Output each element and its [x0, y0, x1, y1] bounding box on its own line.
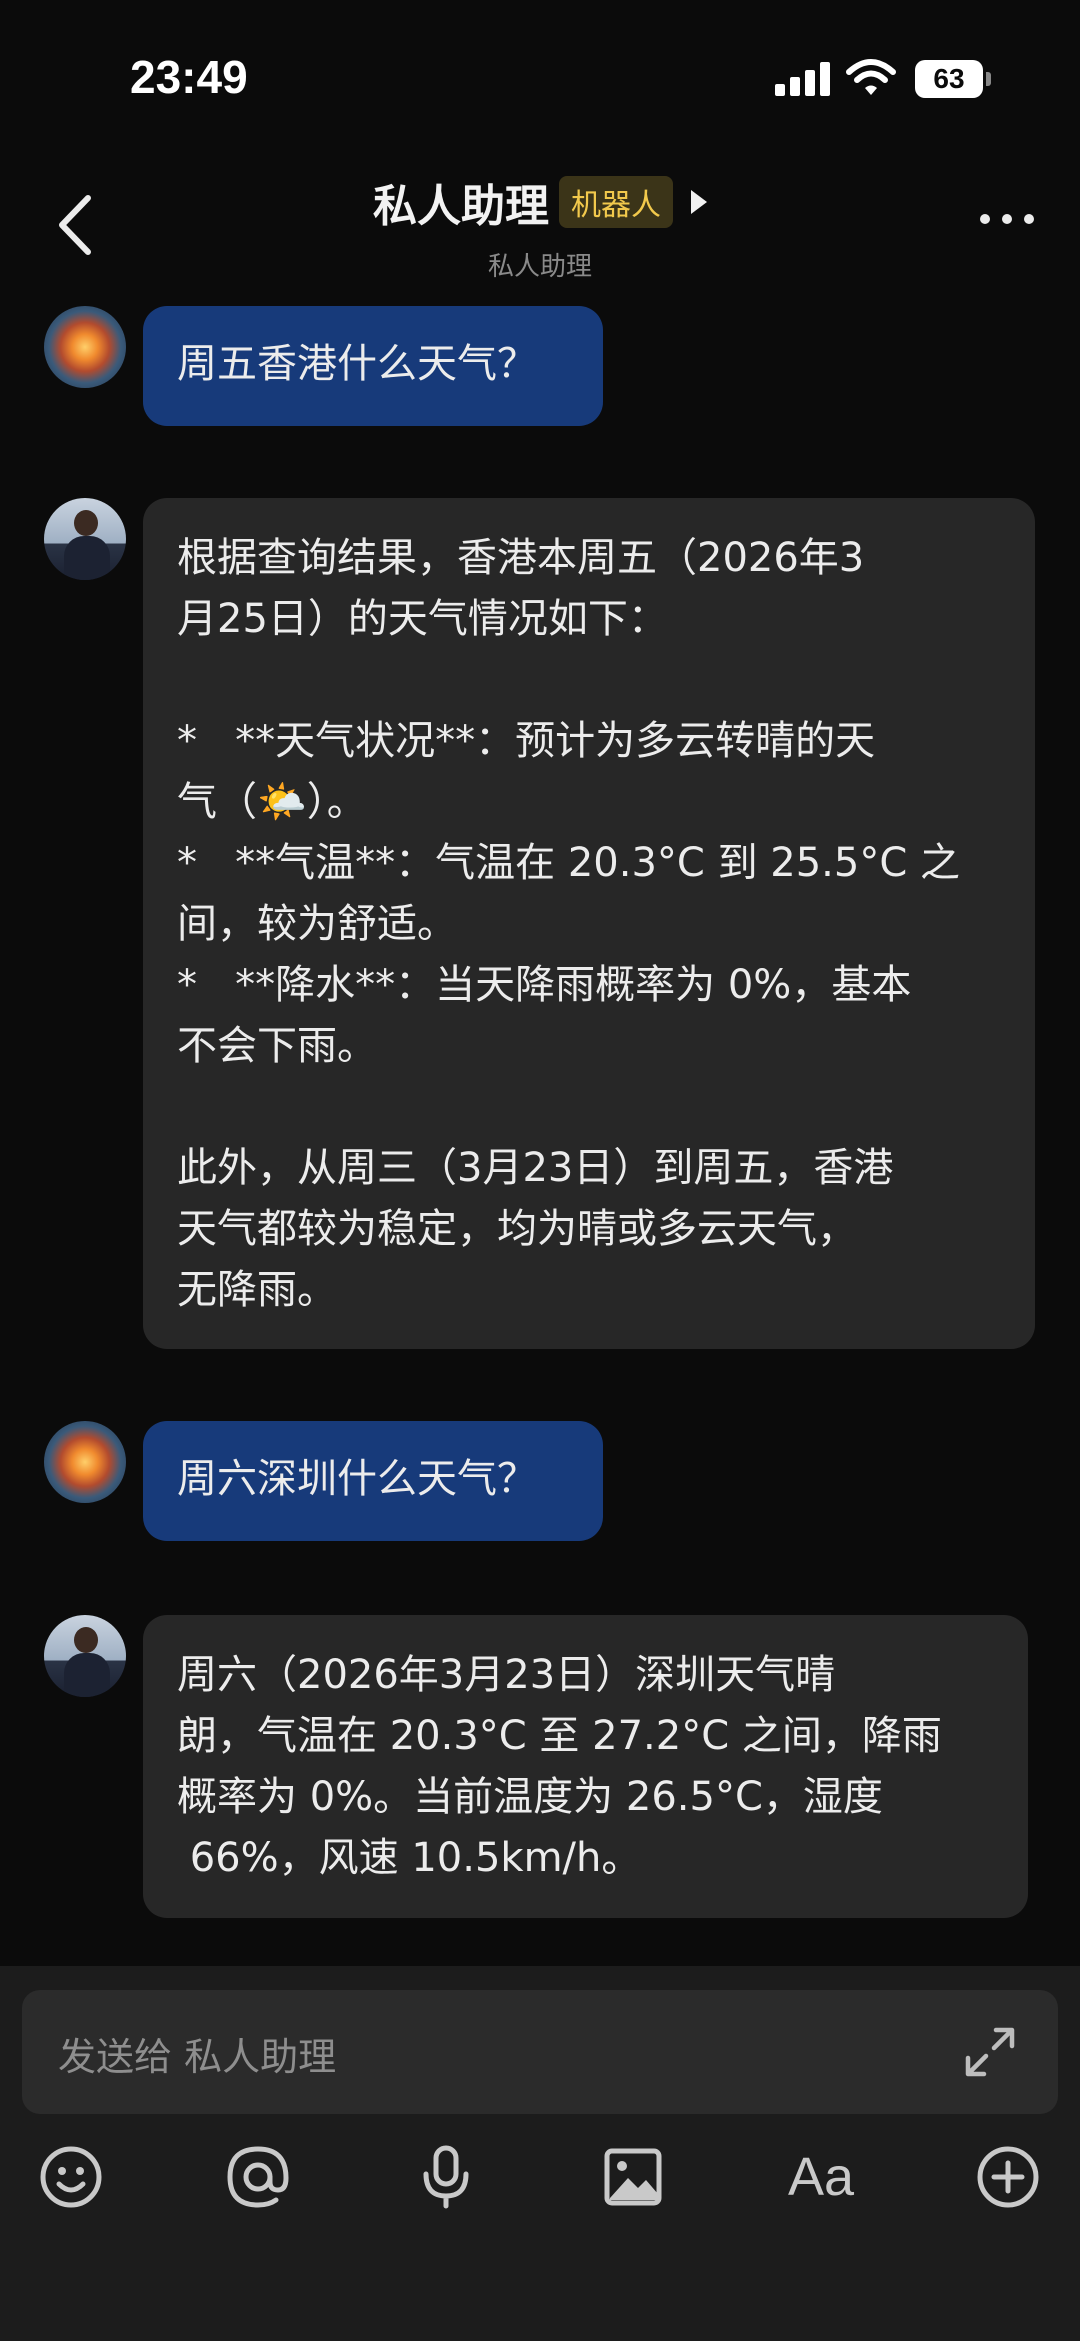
bot-badge: 机器人: [559, 176, 673, 228]
assistant-message-bubble[interactable]: 周六（2026年3月23日）深圳天气晴 朗，气温在 20.3°C 至 27.2°…: [143, 1615, 1028, 1918]
assistant-avatar[interactable]: [44, 1615, 126, 1697]
add-icon[interactable]: [973, 2142, 1043, 2212]
message-input[interactable]: 发送给 私人助理: [22, 1990, 1058, 2114]
sunset-avatar[interactable]: [44, 306, 126, 388]
assistant-avatar[interactable]: [44, 498, 126, 580]
expand-icon[interactable]: [962, 2024, 1018, 2080]
sunset-avatar[interactable]: [44, 1421, 126, 1503]
microphone-icon[interactable]: [411, 2142, 481, 2212]
assistant-message-bubble[interactable]: 根据查询结果，香港本周五（2026年3 月25日）的天气情况如下： * **天气…: [143, 498, 1035, 1349]
image-icon[interactable]: [598, 2142, 668, 2212]
signal-icon: [775, 62, 831, 96]
status-bar: 23:49 63: [0, 0, 1080, 150]
chat-subtitle: 私人助理: [487, 252, 592, 282]
chat-title: 私人助理: [373, 181, 549, 232]
font-icon[interactable]: Aa: [786, 2142, 856, 2212]
play-arrow-icon: [691, 190, 707, 214]
battery-cap: [986, 72, 991, 86]
title-block[interactable]: 私人助理 机器人 私人助理: [0, 170, 1080, 283]
status-time: 23:49: [130, 51, 248, 103]
composer: 发送给 私人助理 Aa: [0, 1966, 1080, 2341]
mention-icon[interactable]: [223, 2142, 293, 2212]
input-placeholder: 发送给 私人助理: [58, 2035, 337, 2079]
user-message-bubble[interactable]: 周六深圳什么天气？: [143, 1421, 603, 1541]
battery-icon: 63: [915, 60, 983, 98]
chat-header: 私人助理 机器人 私人助理: [0, 150, 1080, 283]
wifi-icon: [846, 59, 896, 95]
user-message-bubble[interactable]: 周五香港什么天气？: [143, 306, 603, 426]
emoji-icon[interactable]: [36, 2142, 106, 2212]
more-options-button[interactable]: [980, 210, 1044, 230]
